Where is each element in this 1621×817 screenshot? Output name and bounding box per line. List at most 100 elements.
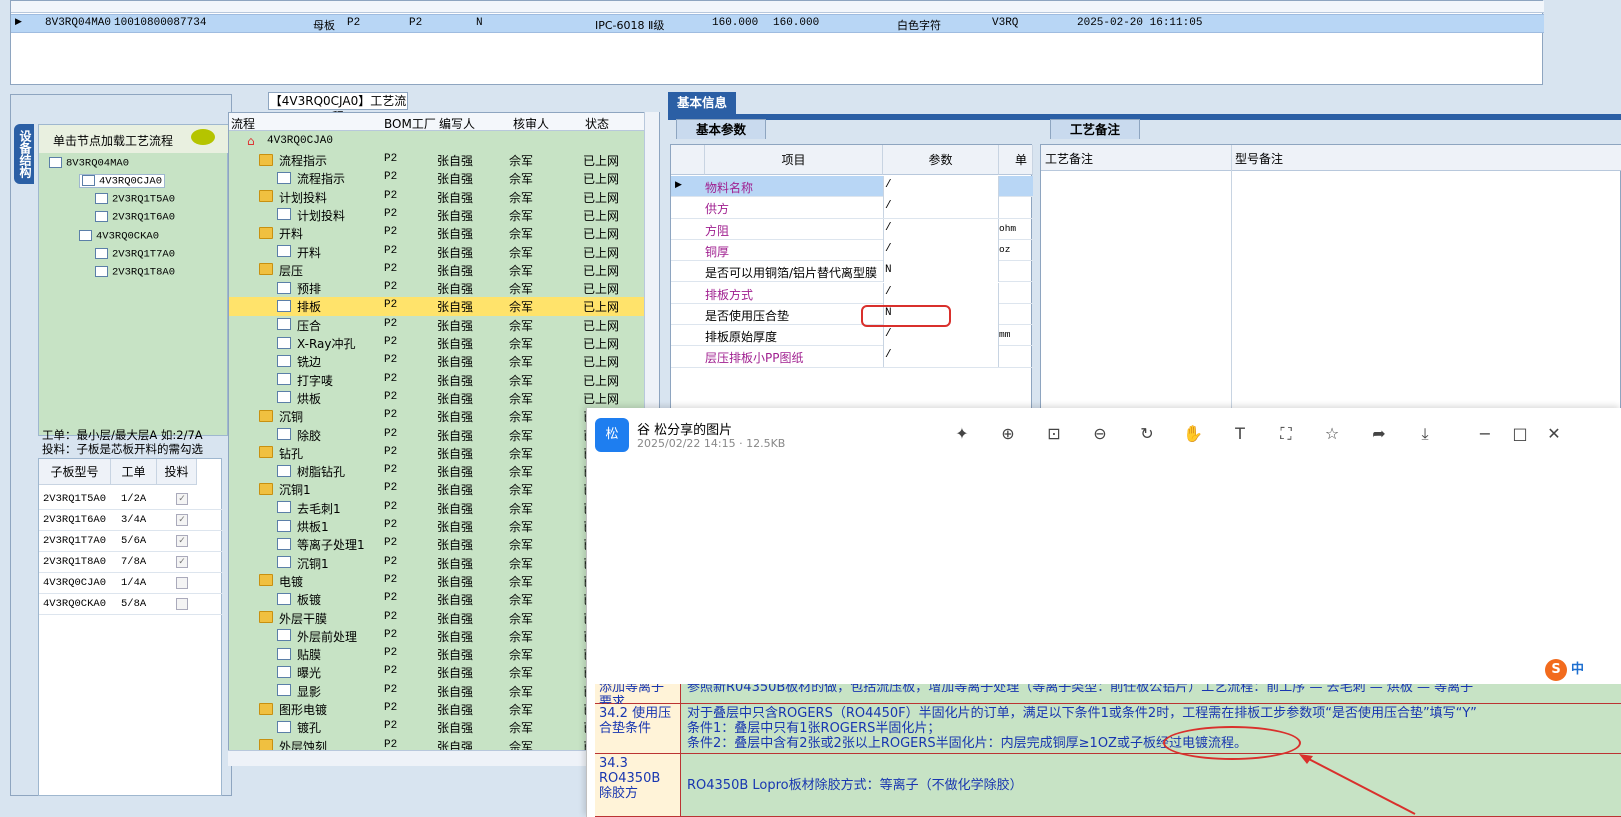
magic-icon[interactable]: ✦ <box>952 424 972 444</box>
flow-step-row[interactable]: 板镀P2张自强佘军已上网 <box>229 590 647 608</box>
tab-structure[interactable]: 设备结构 <box>14 124 34 184</box>
hand-icon[interactable]: ✋ <box>1183 424 1203 444</box>
table-row[interactable]: 2V3RQ1T6A0 3/4A ✓ <box>39 510 223 531</box>
col-param[interactable]: 参数 <box>883 145 999 175</box>
order-grid-row-selected[interactable]: ▶ 8V3RQ04MA0 10010800087734 母板 P2 P2 N I… <box>11 14 1544 33</box>
tree-node[interactable]: 4V3RQ0CKA0 <box>79 230 159 242</box>
param-row[interactable]: ▶ 物料名称 / <box>671 176 1033 198</box>
col-flow[interactable]: 流程 <box>231 115 255 132</box>
close-icon[interactable]: ✕ <box>1544 424 1564 444</box>
flow-hscrollbar[interactable] <box>228 750 644 766</box>
tree-node[interactable]: 2V3RQ1T5A0 <box>95 193 175 205</box>
flow-step-row[interactable]: 贴膜P2张自强佘军已上网 <box>229 645 647 663</box>
share-icon[interactable]: ➦ <box>1369 424 1389 444</box>
param-row[interactable]: 铜厚 / oz <box>671 239 1033 262</box>
flow-group-row[interactable]: 开料 P2 张自强 佘军 已上网 <box>229 224 647 242</box>
col-writer[interactable]: 编写人 <box>439 115 475 132</box>
flow-step-row[interactable]: 烘板 P2 张自强 佘军 已上网 <box>229 389 647 407</box>
param-value-cell[interactable] <box>883 261 999 283</box>
flow-step-row[interactable]: 烘板1P2张自强佘军已上网 <box>229 517 647 535</box>
tab-basic-params[interactable]: 基本参数 <box>676 119 766 139</box>
param-row[interactable]: 排板方式 / <box>671 282 1033 304</box>
flow-step-row[interactable]: 等离子处理1P2张自强佘军已上网 <box>229 535 647 553</box>
tree-node-root[interactable]: 8V3RQ04MA0 <box>49 157 129 169</box>
flow-step-row[interactable]: 沉铜1P2张自强佘军已上网 <box>229 554 647 572</box>
col-feed[interactable]: 投料 <box>157 459 197 485</box>
col-order[interactable]: 工单 <box>111 459 157 485</box>
flow-step-row[interactable]: 计划投料 P2 张自强 佘军 已上网 <box>229 206 647 224</box>
table-row[interactable]: 2V3RQ1T5A0 1/2A ✓ <box>39 489 223 510</box>
param-row[interactable]: 是否使用压合垫 N <box>671 303 1033 326</box>
tree-node-selected[interactable]: 4V3RQ0CJA0 <box>79 174 166 189</box>
col-bom[interactable]: BOM工厂 <box>384 115 436 132</box>
param-row[interactable]: 层压排板小PP图纸 / <box>671 346 1033 368</box>
param-value-cell[interactable] <box>883 346 999 368</box>
tab-basic-info[interactable]: 基本信息 <box>668 92 736 114</box>
param-value-cell[interactable] <box>883 218 999 240</box>
flow-step-row[interactable]: 树脂钻孔P2张自强佘军已上网 <box>229 462 647 480</box>
flow-group-row[interactable]: 外层干膜P2张自强佘军已上网 <box>229 609 647 627</box>
param-row[interactable]: 供方 / <box>671 197 1033 219</box>
minimize-icon[interactable]: − <box>1475 424 1495 444</box>
feed-checkbox[interactable]: ✓ <box>176 556 188 568</box>
param-value-cell[interactable] <box>883 176 999 197</box>
param-value-cell[interactable] <box>883 325 999 347</box>
feed-checkbox[interactable]: ✓ <box>176 535 188 547</box>
col-model[interactable]: 子板型号 <box>39 459 111 485</box>
col-model-remark[interactable]: 型号备注 <box>1235 150 1283 167</box>
flow-step-row[interactable]: 去毛刺1P2张自强佘军已上网 <box>229 499 647 517</box>
tree-node[interactable]: 2V3RQ1T6A0 <box>95 211 175 223</box>
text-extract-icon[interactable]: T <box>1230 424 1250 444</box>
table-row[interactable]: 4V3RQ0CKA0 5/8A <box>39 594 223 615</box>
flow-step-row[interactable]: 显影P2张自强佘军已上网 <box>229 682 647 700</box>
download-icon[interactable]: ⤓ <box>1415 424 1435 444</box>
flow-step-row[interactable]: 曝光P2张自强佘军已上网 <box>229 663 647 681</box>
flow-group-row[interactable]: 沉铜P2张自强佘军已上网 <box>229 407 647 425</box>
col-reviewer[interactable]: 核审人 <box>513 115 549 132</box>
flow-root[interactable]: ⌂ 4V3RQ0CJA0 <box>229 133 647 151</box>
rotate-icon[interactable]: ↻ <box>1137 424 1157 444</box>
feed-checkbox[interactable] <box>176 598 188 610</box>
splitter[interactable] <box>0 88 1621 94</box>
param-row[interactable]: 是否可以用铜箔/铝片替代离型膜 N <box>671 261 1033 283</box>
param-value-cell[interactable] <box>883 197 999 219</box>
col-unit[interactable]: 单位 <box>999 145 1033 197</box>
col-status[interactable]: 状态 <box>585 115 609 132</box>
screenshot-icon[interactable]: ⛶ <box>1276 424 1296 444</box>
flow-group-row[interactable]: 电镀P2张自强佘军已上网 <box>229 572 647 590</box>
feed-checkbox[interactable]: ✓ <box>176 514 188 526</box>
param-value-cell[interactable] <box>883 239 999 261</box>
flow-step-row[interactable]: 除胶P2张自强佘军已上网 <box>229 426 647 444</box>
tree-node[interactable]: 2V3RQ1T7A0 <box>95 248 175 260</box>
maximize-icon[interactable]: □ <box>1510 424 1530 444</box>
flow-step-row[interactable]: 开料 P2 张自强 佘军 已上网 <box>229 243 647 261</box>
flow-step-row[interactable]: 预排 P2 张自强 佘军 已上网 <box>229 279 647 297</box>
flow-step-row[interactable]: X-Ray冲孔 P2 张自强 佘军 已上网 <box>229 334 647 352</box>
flow-step-row[interactable]: 压合 P2 张自强 佘军 已上网 <box>229 316 647 334</box>
param-value-cell[interactable] <box>883 282 999 304</box>
flow-step-row[interactable]: 铣边 P2 张自强 佘军 已上网 <box>229 352 647 370</box>
flow-step-row[interactable]: 外层前处理P2张自强佘军已上网 <box>229 627 647 645</box>
flow-step-row[interactable]: 镀孔P2张自强佘军已上网 <box>229 718 647 736</box>
flow-group-row[interactable]: 沉铜1P2张自强佘军已上网 <box>229 480 647 498</box>
feed-checkbox[interactable]: ✓ <box>176 493 188 505</box>
fit-icon[interactable]: ⊡ <box>1044 424 1064 444</box>
col-item[interactable]: 项目 <box>705 145 883 175</box>
zoom-out-icon[interactable]: ⊖ <box>1090 424 1110 444</box>
param-row[interactable]: 排板原始厚度 / mm <box>671 325 1033 347</box>
flow-group-row[interactable]: 流程指示 P2 张自强 佘军 已上网 <box>229 151 647 169</box>
feed-checkbox[interactable] <box>176 577 188 589</box>
table-row[interactable]: 2V3RQ1T7A0 5/6A ✓ <box>39 531 223 552</box>
col-process-remark[interactable]: 工艺备注 <box>1045 150 1093 167</box>
flow-group-row[interactable]: 图形电镀P2张自强佘军已上网 <box>229 700 647 718</box>
flow-step-row[interactable]: 排板 P2 张自强 佘军 已上网 <box>229 297 647 316</box>
flow-step-row[interactable]: 打字唛 P2 张自强 佘军 已上网 <box>229 371 647 389</box>
sogou-ime-badge[interactable]: S中 <box>1541 656 1613 684</box>
tab-process-remarks[interactable]: 工艺备注 <box>1050 119 1140 139</box>
tree-node[interactable]: 2V3RQ1T8A0 <box>95 266 175 278</box>
zoom-in-icon[interactable]: ⊕ <box>998 424 1018 444</box>
flow-step-row[interactable]: 流程指示 P2 张自强 佘军 已上网 <box>229 169 647 187</box>
favorite-icon[interactable]: ☆ <box>1322 424 1342 444</box>
flow-group-row[interactable]: 钻孔P2张自强佘军已上网 <box>229 444 647 462</box>
table-row[interactable]: 4V3RQ0CJA0 1/4A <box>39 573 223 594</box>
